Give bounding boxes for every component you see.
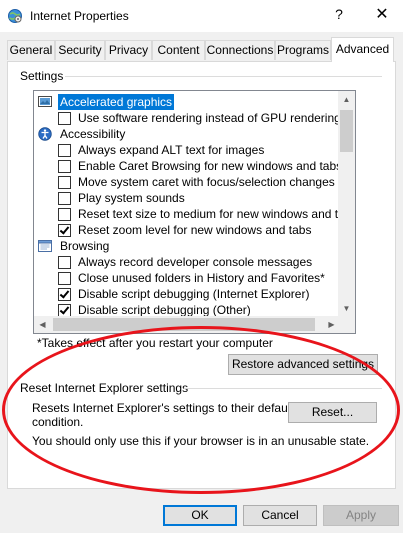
- option-label: Always expand ALT text for images: [78, 143, 265, 157]
- option-use-software-rendering[interactable]: Use software rendering instead of GPU re…: [34, 110, 345, 126]
- reset-group-divider: [184, 388, 382, 389]
- option-close-unused-folders[interactable]: Close unused folders in History and Favo…: [34, 270, 340, 286]
- reset-warning: You should only use this if your browser…: [32, 434, 370, 448]
- category-accessibility[interactable]: Accessibility: [34, 126, 340, 142]
- vertical-scroll-thumb[interactable]: [340, 110, 353, 152]
- tab-privacy[interactable]: Privacy: [105, 40, 152, 60]
- help-button[interactable]: ?: [332, 6, 346, 24]
- tab-content[interactable]: Content: [152, 40, 205, 60]
- checkbox[interactable]: [58, 256, 71, 269]
- option-label: Always record developer console messages: [78, 255, 313, 269]
- settings-group-label: Settings: [18, 69, 66, 83]
- tab-connections[interactable]: Connections: [205, 40, 275, 60]
- horizontal-scrollbar[interactable]: ◀ ▶: [34, 316, 340, 333]
- option-always-record-console[interactable]: Always record developer console messages: [34, 254, 340, 270]
- reset-button[interactable]: Reset...: [288, 402, 377, 423]
- close-button[interactable]: ✕: [372, 5, 392, 25]
- checkmark-icon: [59, 288, 70, 299]
- category-browsing[interactable]: Browsing: [34, 238, 340, 254]
- option-label: Close unused folders in History and Favo…: [78, 271, 325, 285]
- reset-description-line2: condition.: [32, 415, 84, 429]
- checkbox[interactable]: [58, 176, 71, 189]
- monitor-icon: [38, 96, 52, 107]
- settings-group-divider: [64, 76, 382, 77]
- option-enable-caret-browsing[interactable]: Enable Caret Browsing for new windows an…: [34, 158, 343, 174]
- category-accelerated-graphics[interactable]: Accelerated graphics: [34, 94, 340, 110]
- option-label: Reset zoom level for new windows and tab…: [78, 223, 312, 237]
- checkmark-icon: [59, 224, 70, 235]
- option-reset-zoom-level[interactable]: Reset zoom level for new windows and tab…: [34, 222, 340, 238]
- reset-group-label: Reset Internet Explorer settings: [18, 381, 191, 395]
- option-label: Play system sounds: [78, 191, 185, 205]
- category-label: Browsing: [60, 239, 110, 253]
- checkbox[interactable]: [58, 112, 71, 125]
- category-label: Accessibility: [60, 127, 126, 141]
- checkbox[interactable]: [58, 272, 71, 285]
- option-always-expand-alt-text[interactable]: Always expand ALT text for images: [34, 142, 340, 158]
- option-label: Move system caret with focus/selection c…: [78, 175, 335, 189]
- checkbox[interactable]: [58, 208, 71, 221]
- title-bar: Internet Properties ? ✕: [0, 0, 403, 32]
- checkbox-checked[interactable]: [58, 224, 71, 237]
- scroll-left-arrow-icon[interactable]: ◀: [34, 316, 51, 333]
- ok-button[interactable]: OK: [163, 505, 237, 526]
- restore-advanced-settings-button[interactable]: Restore advanced settings: [228, 354, 378, 375]
- restart-footnote: *Takes effect after you restart your com…: [37, 336, 273, 350]
- window-title: Internet Properties: [30, 9, 129, 23]
- checkbox[interactable]: [58, 160, 71, 173]
- option-reset-text-size[interactable]: Reset text size to medium for new window…: [34, 206, 355, 222]
- checkbox[interactable]: [58, 192, 71, 205]
- horizontal-scroll-thumb[interactable]: [53, 318, 315, 331]
- tab-general[interactable]: General: [7, 40, 55, 60]
- option-disable-script-debugging-ie[interactable]: Disable script debugging (Internet Explo…: [34, 286, 340, 302]
- option-move-system-caret[interactable]: Move system caret with focus/selection c…: [34, 174, 340, 190]
- option-label: Enable Caret Browsing for new windows an…: [78, 159, 343, 173]
- option-label: Use software rendering instead of GPU re…: [78, 111, 346, 125]
- scroll-down-arrow-icon[interactable]: ▼: [338, 300, 355, 317]
- checkbox-checked[interactable]: [58, 288, 71, 301]
- scroll-up-arrow-icon[interactable]: ▲: [338, 91, 355, 108]
- tab-security[interactable]: Security: [55, 40, 105, 60]
- browsing-icon: [38, 240, 52, 252]
- checkmark-icon: [59, 304, 70, 315]
- option-label: Reset text size to medium for new window…: [78, 207, 356, 221]
- internet-options-icon: [8, 9, 22, 23]
- category-label: Accelerated graphics: [58, 94, 175, 110]
- reset-description-line1: Resets Internet Explorer's settings to t…: [32, 401, 294, 415]
- vertical-scrollbar[interactable]: ▲ ▼: [338, 91, 355, 317]
- advanced-settings-list[interactable]: Accelerated graphics Use software render…: [33, 90, 356, 334]
- scroll-corner: [338, 316, 355, 333]
- tab-advanced[interactable]: Advanced: [331, 37, 394, 62]
- accessibility-icon: [38, 127, 52, 141]
- cancel-button[interactable]: Cancel: [243, 505, 317, 526]
- apply-button[interactable]: Apply: [323, 505, 399, 526]
- option-label: Disable script debugging (Internet Explo…: [78, 287, 310, 301]
- checkbox[interactable]: [58, 144, 71, 157]
- tab-programs[interactable]: Programs: [275, 40, 331, 60]
- option-play-system-sounds[interactable]: Play system sounds: [34, 190, 340, 206]
